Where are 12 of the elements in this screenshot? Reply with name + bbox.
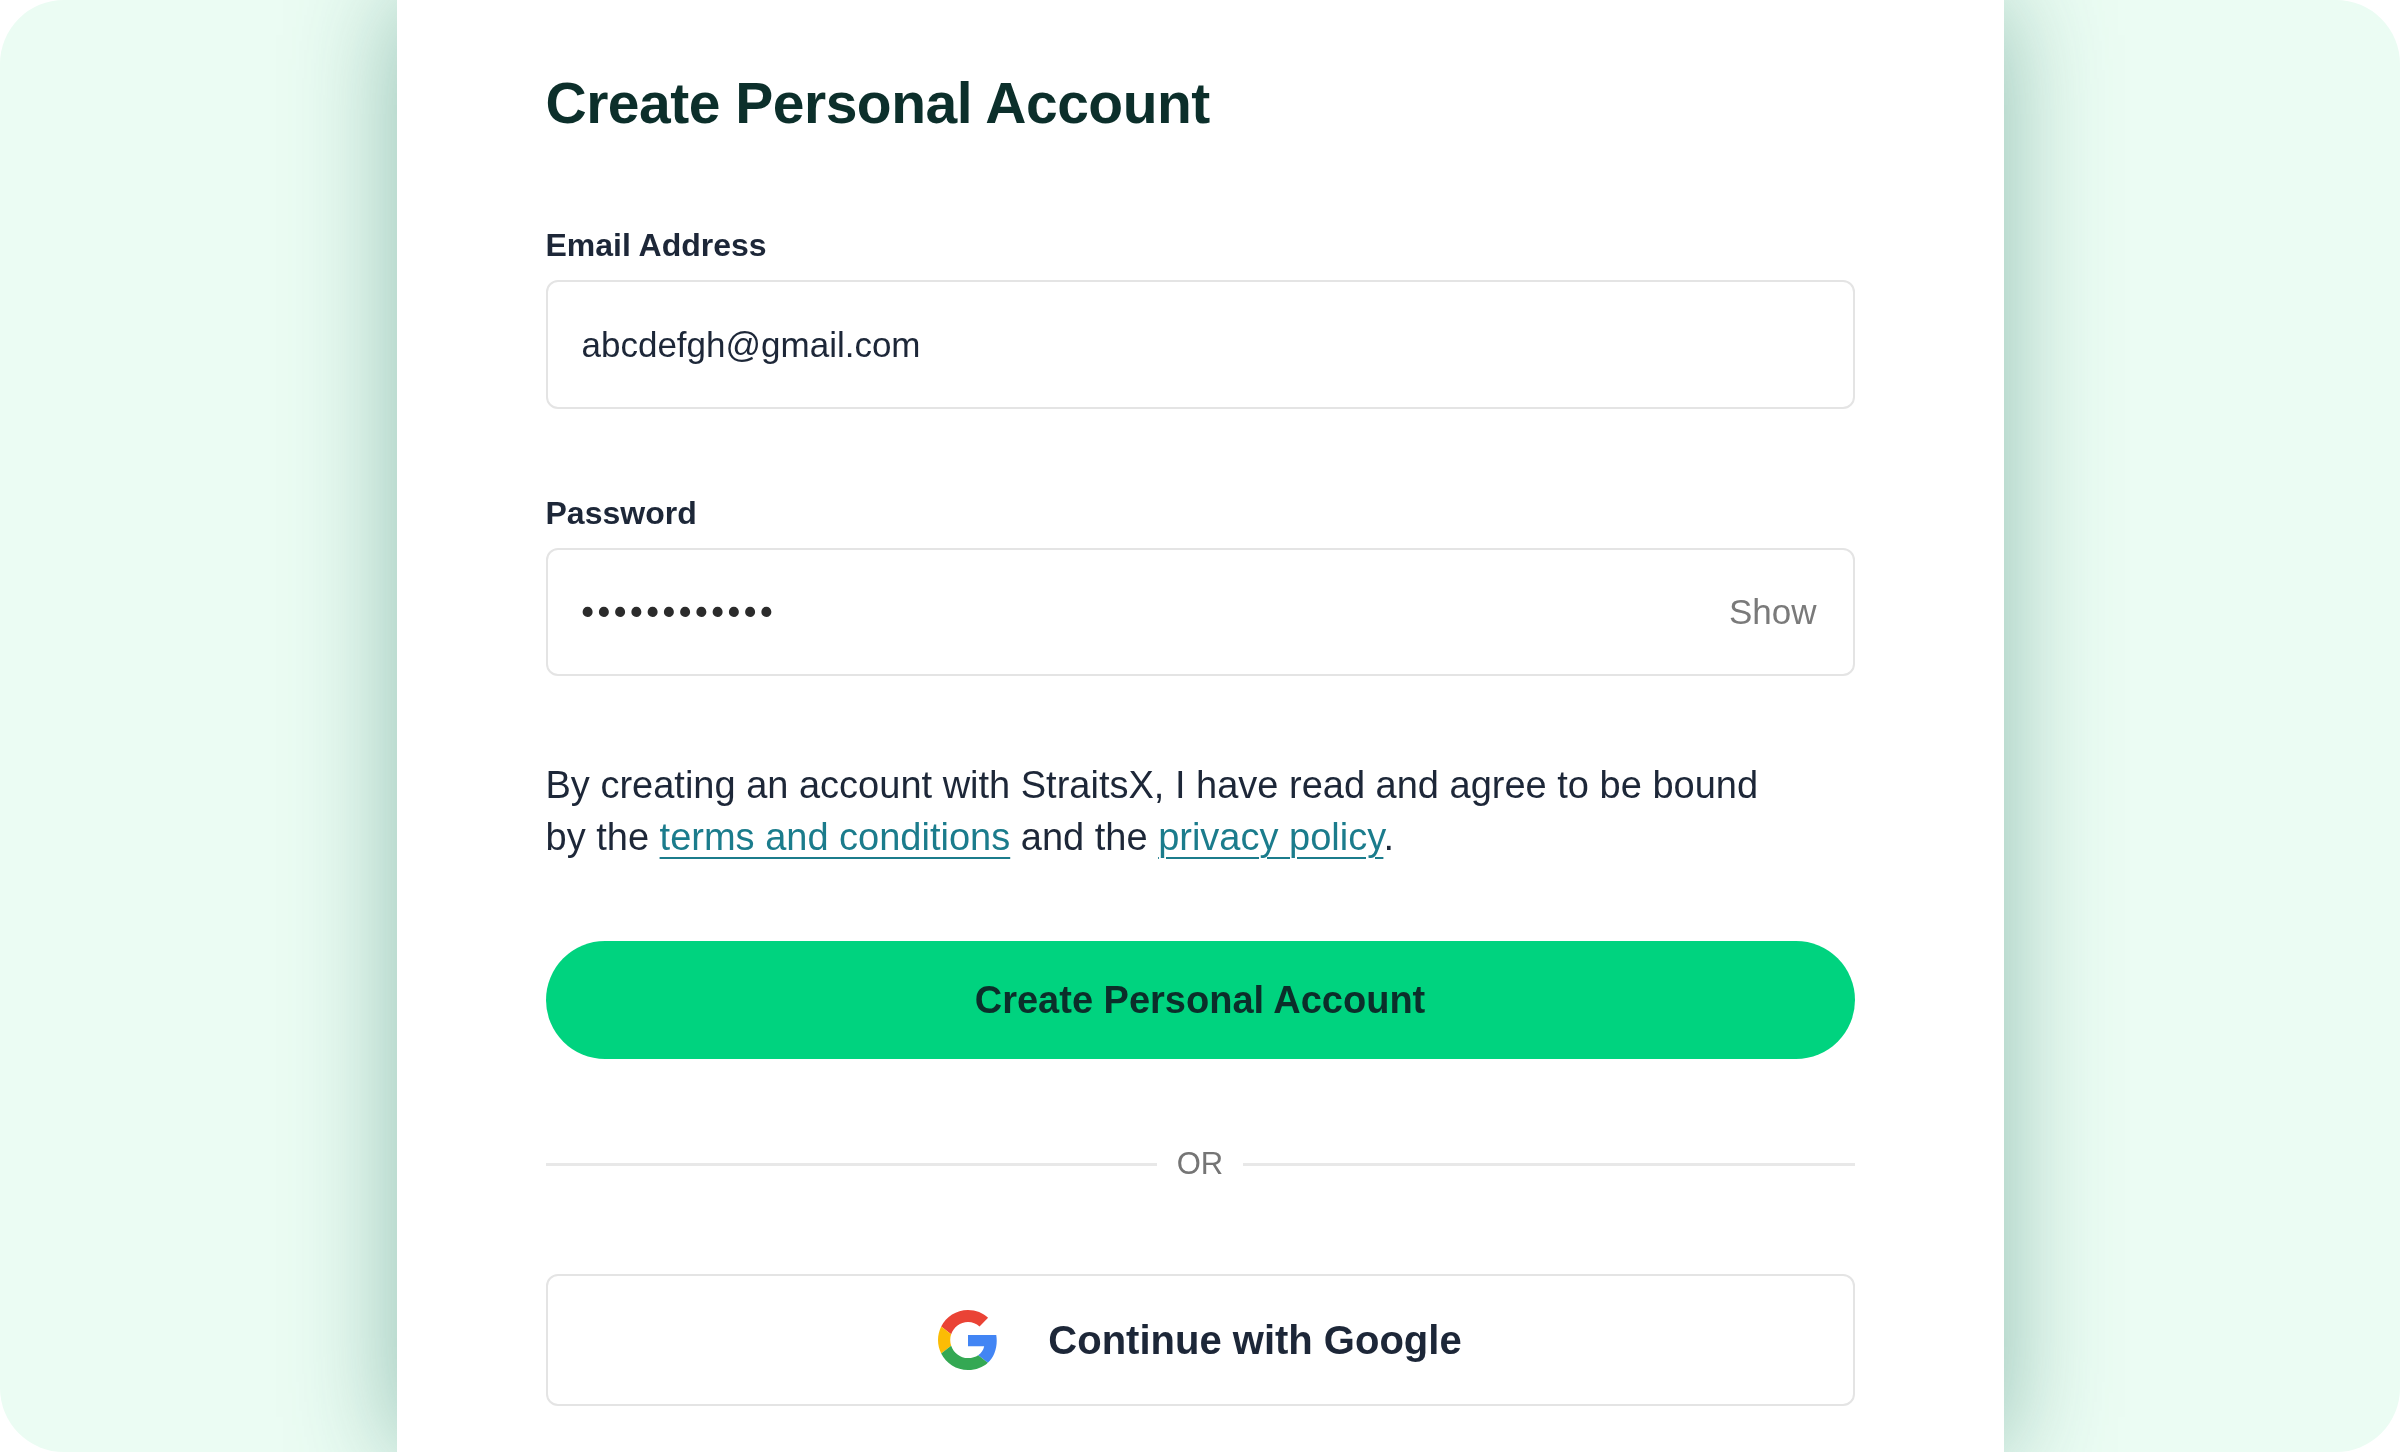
page-title: Create Personal Account [545, 70, 1211, 137]
email-field[interactable]: abcdefgh@gmail.com [545, 280, 1855, 409]
field-label: Email Address [545, 226, 768, 264]
agreement-text: By creating an account with StraitsX, I have read and agree to be bound by the terms and conditions and the privacy policy. [545, 763, 1760, 860]
g-logo-icon [938, 1310, 999, 1370]
divider-label: OR [1176, 1145, 1224, 1183]
field-label: Password [545, 494, 698, 532]
show-password-button[interactable]: Show [1728, 590, 1817, 634]
google-sign-in-button[interactable]: Continue with Google [545, 1274, 1855, 1406]
create-account-button[interactable]: Create Personal Account [545, 941, 1855, 1059]
agreement-link[interactable]: privacy policy [1158, 816, 1384, 858]
agreement-link[interactable]: terms and conditions [659, 816, 1011, 858]
